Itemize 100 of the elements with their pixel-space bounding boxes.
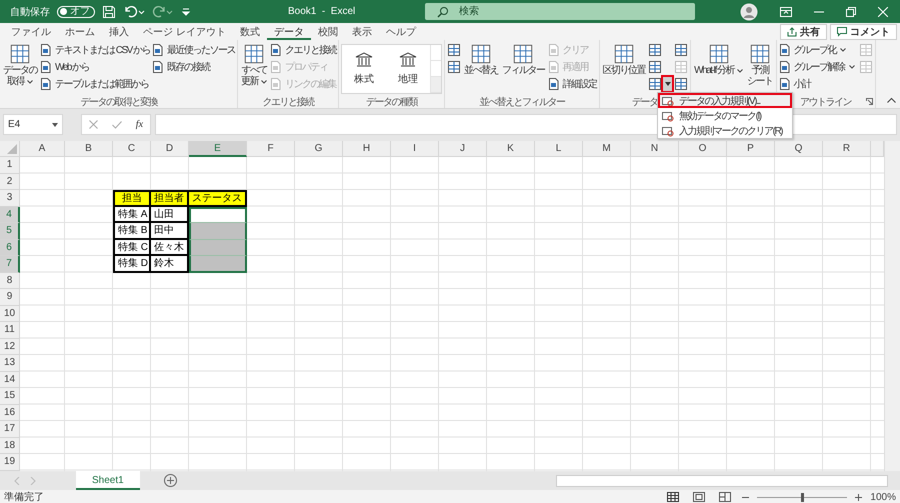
column-header[interactable]: H (343, 141, 391, 157)
ribbon-tab[interactable]: ホーム (58, 23, 102, 40)
vertical-scrollbar[interactable] (884, 141, 900, 471)
column-header[interactable]: L (535, 141, 583, 157)
restore-icon[interactable] (846, 6, 856, 16)
ribbon-button[interactable]: 並べ替え (463, 42, 500, 95)
ribbon-tab[interactable]: ヘルプ (378, 23, 423, 40)
ribbon-button[interactable]: 小計 (778, 76, 857, 91)
comment-button[interactable]: コメント (830, 24, 897, 40)
gallery-item[interactable]: 地理 (386, 45, 430, 93)
row-header[interactable]: 9 (0, 289, 20, 306)
row-header[interactable]: 13 (0, 355, 20, 372)
ribbon-tab[interactable]: ファイル (4, 23, 58, 40)
ribbon-tab[interactable]: データ (266, 23, 311, 40)
ribbon-tab[interactable]: 表示 (344, 23, 379, 40)
dropdown-button[interactable] (663, 77, 672, 91)
row-header[interactable]: 14 (0, 372, 20, 388)
share-button[interactable]: 共有 (780, 24, 827, 40)
zoom-slider[interactable] (801, 492, 804, 502)
icon-button[interactable] (648, 43, 662, 57)
ribbon-button[interactable]: グループ解除 (778, 59, 857, 74)
redo-icon[interactable] (152, 4, 174, 18)
ribbon-tab[interactable]: 校閲 (310, 23, 345, 40)
column-header[interactable]: F (247, 141, 295, 157)
ribbon-button[interactable]: データの 取得 (2, 42, 38, 95)
icon-button[interactable] (648, 77, 662, 91)
save-icon[interactable] (102, 4, 116, 18)
column-header[interactable]: R (823, 141, 871, 157)
column-header[interactable]: C (113, 141, 151, 157)
ribbon-button[interactable]: テーブルまたは範囲から (40, 76, 150, 91)
row-header[interactable]: 17 (0, 421, 20, 438)
column-header[interactable]: M (583, 141, 631, 157)
menu-item[interactable]: 入力規則マークのクリア(R) (658, 123, 792, 138)
zoom-in-icon[interactable] (855, 494, 862, 500)
row-header[interactable]: 15 (0, 388, 20, 404)
column-header[interactable]: I (391, 141, 439, 157)
row-header[interactable]: 8 (0, 272, 20, 289)
row-header[interactable]: 11 (0, 322, 20, 338)
ribbon-tab[interactable]: 数式 (232, 23, 267, 40)
ribbon-button[interactable]: 詳細設定 (548, 76, 597, 91)
add-sheet-icon[interactable] (164, 474, 177, 487)
horizontal-scrollbar[interactable] (556, 474, 888, 486)
close-icon[interactable] (878, 6, 888, 16)
ribbon-button[interactable]: すべて 更新 (240, 42, 268, 95)
collapse-icon[interactable] (887, 97, 896, 103)
row-header[interactable]: 19 (0, 454, 20, 470)
column-header[interactable]: J (439, 141, 487, 157)
ribbon-button[interactable]: Web から (40, 59, 150, 74)
ribbon-button[interactable]: グループ化 (778, 42, 857, 57)
ribbon-tab[interactable]: 挿入 (102, 23, 136, 40)
row-header[interactable]: 2 (0, 174, 20, 190)
column-header[interactable]: K (487, 141, 535, 157)
menu-item[interactable]: データの入力規則(V)... (658, 93, 792, 108)
ribbon-button[interactable]: テキストまたは CSV から (40, 42, 150, 57)
icon-button[interactable] (674, 77, 688, 91)
ribbon-display-icon[interactable] (780, 6, 792, 16)
ribbon-button[interactable]: 既存の接続 (152, 59, 236, 74)
customize-icon[interactable] (181, 6, 191, 16)
column-header[interactable]: O (679, 141, 727, 157)
row-header[interactable]: 10 (0, 306, 20, 322)
menu-item[interactable]: 無効データのマーク(I) (658, 108, 792, 123)
row-header[interactable]: 4 (0, 206, 20, 223)
row-header[interactable]: 6 (0, 240, 20, 256)
gallery-scrollbar[interactable] (430, 45, 442, 93)
row-header[interactable]: 3 (0, 190, 20, 206)
column-header[interactable]: D (151, 141, 189, 157)
ribbon-button[interactable]: クエリと接続 (270, 42, 336, 57)
search-field[interactable]: 検索 (425, 3, 695, 20)
column-header[interactable]: A (20, 141, 65, 157)
sheet-tab[interactable]: Sheet1 (76, 471, 140, 490)
column-header[interactable]: P (727, 141, 775, 157)
launcher-icon[interactable] (866, 98, 873, 105)
autosave-toggle[interactable]: オフ (57, 6, 95, 18)
row-header[interactable]: 1 (0, 157, 20, 174)
row-header[interactable]: 12 (0, 338, 20, 355)
icon-button[interactable] (447, 60, 462, 74)
minimize-icon[interactable] (814, 10, 824, 12)
ribbon-tab[interactable]: ページ レイアウト (136, 23, 233, 40)
column-header[interactable]: N (631, 141, 679, 157)
ribbon-button[interactable]: 区切り位置 (602, 42, 646, 95)
column-header[interactable]: G (295, 141, 343, 157)
column-header[interactable]: B (65, 141, 113, 157)
name-box[interactable]: E4 (3, 114, 63, 135)
zoom-level[interactable]: 100% (870, 492, 896, 502)
row-header[interactable]: 5 (0, 223, 20, 240)
icon-button[interactable] (674, 43, 688, 57)
gallery-item[interactable]: 株式 (342, 45, 386, 93)
row-header[interactable]: 18 (0, 438, 20, 454)
icon-button[interactable] (447, 43, 462, 57)
ribbon-button[interactable]: What-If 分析 (693, 42, 744, 95)
ribbon-button[interactable]: 最近使ったソース (152, 42, 236, 57)
row-header[interactable]: 7 (0, 256, 20, 272)
undo-icon[interactable] (123, 4, 145, 18)
ribbon-button[interactable]: フィルター (501, 42, 546, 95)
column-header[interactable]: Q (775, 141, 823, 157)
insert-function-button[interactable]: fx (136, 119, 144, 130)
ribbon-button[interactable]: 予測 シート (746, 42, 774, 95)
icon-button[interactable] (648, 60, 662, 74)
row-header[interactable]: 16 (0, 404, 20, 421)
avatar-icon[interactable] (740, 2, 758, 20)
